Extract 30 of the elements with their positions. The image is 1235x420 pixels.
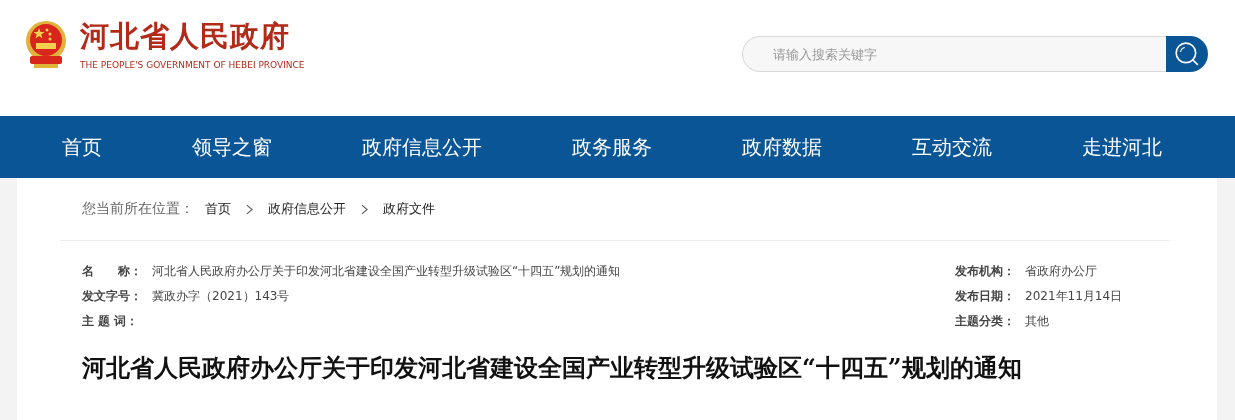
- search-icon: [1174, 41, 1200, 67]
- meta-label: 主题分类：: [955, 313, 1016, 330]
- nav-link[interactable]: 政府数据: [742, 133, 822, 161]
- meta-value: 冀政办字（2021）143号: [152, 288, 290, 305]
- article-title: 河北省人民政府办公厅关于印发河北省建设全国产业转型升级试验区“十四五”规划的通知: [82, 352, 1023, 384]
- nav-link[interactable]: 互动交流: [912, 133, 992, 161]
- meta-label: 主 题 词：: [82, 313, 140, 330]
- meta-label: 发布日期：: [955, 288, 1016, 305]
- breadcrumb-link[interactable]: 政府信息公开: [268, 200, 346, 218]
- meta-label: 发文字号：: [82, 288, 143, 305]
- chevron-icon: [246, 203, 253, 215]
- nav-link[interactable]: 政府信息公开: [362, 133, 482, 161]
- chevron-icon: [361, 203, 368, 215]
- search-field[interactable]: 请输入搜索关键字: [742, 36, 1166, 72]
- breadcrumb-label: 您当前所在位置：: [82, 200, 194, 218]
- breadcrumb-link[interactable]: 首页: [205, 200, 231, 218]
- search-button[interactable]: [1166, 36, 1208, 72]
- meta-value: 2021年11月14日: [1025, 288, 1123, 305]
- meta-label: 发布机构：: [955, 263, 1016, 280]
- site-title: 河北省人民政府: [80, 18, 291, 54]
- nav-link[interactable]: 走进河北: [1082, 133, 1162, 161]
- nav-link[interactable]: 政务服务: [572, 133, 652, 161]
- breadcrumb-link[interactable]: 政府文件: [383, 200, 435, 218]
- meta-value: 其他: [1025, 313, 1049, 330]
- site-subtitle: THE PEOPLE'S GOVERNMENT OF HEBEI PROVINCE: [80, 59, 305, 72]
- nav-link[interactable]: 首页: [62, 133, 102, 161]
- meta-value: 省政府办公厅: [1025, 263, 1097, 280]
- nav-link[interactable]: 领导之窗: [192, 133, 272, 161]
- meta-value: 河北省人民政府办公厅关于印发河北省建设全国产业转型升级试验区“十四五”规划的通知: [152, 263, 621, 280]
- meta-label: 名 称：: [82, 263, 143, 280]
